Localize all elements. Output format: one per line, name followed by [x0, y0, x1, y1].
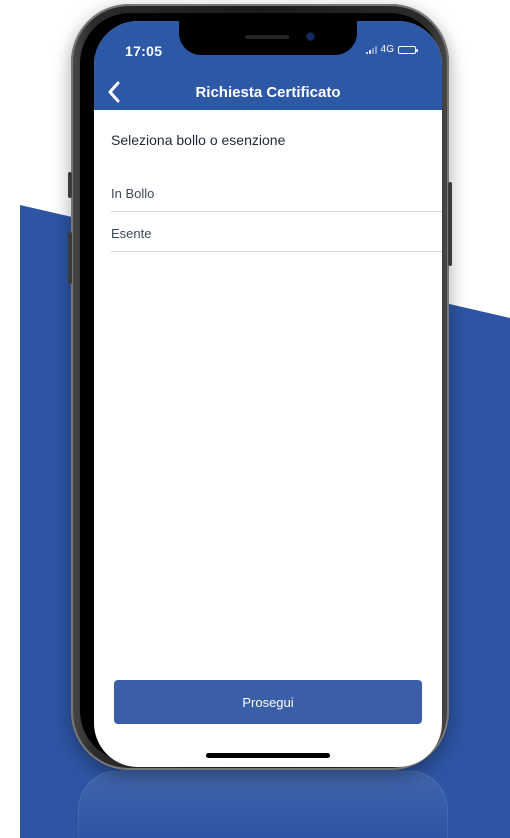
notch	[179, 21, 357, 55]
mockup-stage: 17:05 4G Richiesta Certificato Seleziona…	[0, 0, 510, 838]
option-esente[interactable]: Esente	[111, 212, 442, 252]
phone-screen: 17:05 4G Richiesta Certificato Seleziona…	[94, 21, 442, 767]
network-type: 4G	[380, 44, 394, 55]
power-button	[448, 182, 452, 266]
phone-bezel: 17:05 4G Richiesta Certificato Seleziona…	[80, 13, 442, 767]
home-indicator	[206, 753, 330, 758]
navigation-bar: Richiesta Certificato	[94, 74, 442, 110]
status-indicators: 4G	[365, 44, 418, 55]
battery-icon	[398, 45, 418, 54]
back-button[interactable]	[98, 76, 130, 108]
silent-switch	[68, 172, 72, 198]
chevron-left-icon	[108, 81, 120, 103]
speaker-grille	[245, 35, 289, 39]
page-title: Richiesta Certificato	[195, 84, 341, 101]
volume-up-button	[68, 232, 72, 284]
phone-reflection	[78, 770, 448, 838]
status-time: 17:05	[125, 43, 163, 59]
phone-frame: 17:05 4G Richiesta Certificato Seleziona…	[68, 4, 452, 770]
option-label: Esente	[111, 226, 152, 241]
option-label: In Bollo	[111, 186, 155, 201]
option-in-bollo[interactable]: In Bollo	[111, 172, 442, 212]
proceed-button[interactable]: Prosegui	[114, 680, 422, 724]
section-title: Seleziona bollo o esenzione	[111, 132, 286, 148]
cellular-signal-icon	[365, 45, 377, 54]
front-camera	[307, 33, 314, 40]
